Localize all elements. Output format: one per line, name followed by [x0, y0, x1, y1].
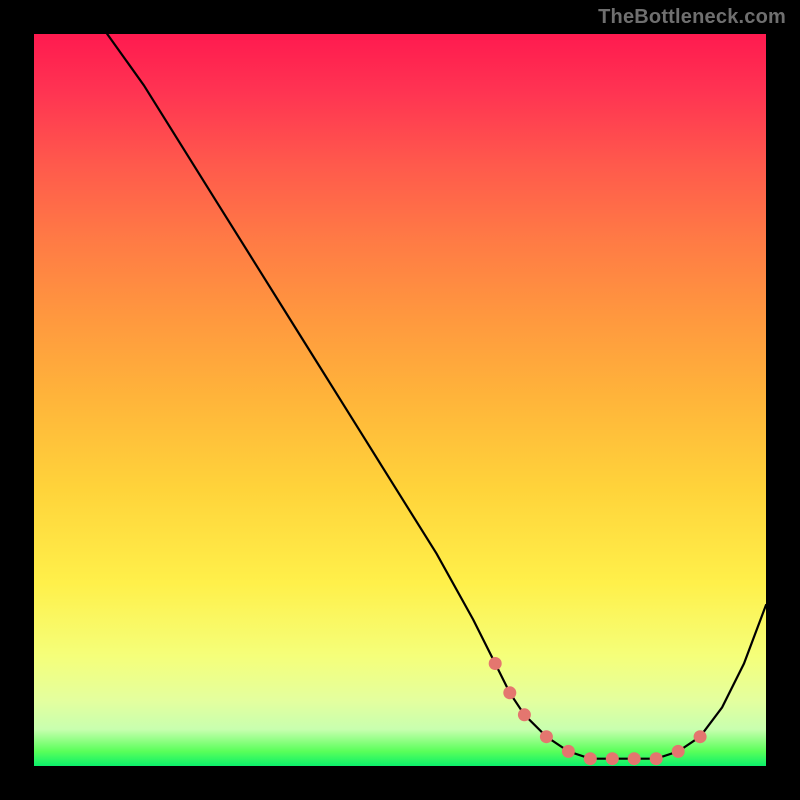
highlight-dot [628, 752, 641, 765]
highlight-dot [694, 730, 707, 743]
bottleneck-curve-line [107, 34, 766, 759]
highlight-dot [606, 752, 619, 765]
highlight-dots-group [489, 657, 707, 765]
highlight-dot [584, 752, 597, 765]
watermark-text: TheBottleneck.com [598, 6, 786, 29]
highlight-dot [489, 657, 502, 670]
highlight-dot [672, 745, 685, 758]
highlight-dot [540, 730, 553, 743]
bottleneck-curve-svg [34, 34, 766, 766]
highlight-dot [503, 686, 516, 699]
chart-plot-area [34, 34, 766, 766]
highlight-dot [562, 745, 575, 758]
highlight-dot [518, 708, 531, 721]
highlight-dot [650, 752, 663, 765]
